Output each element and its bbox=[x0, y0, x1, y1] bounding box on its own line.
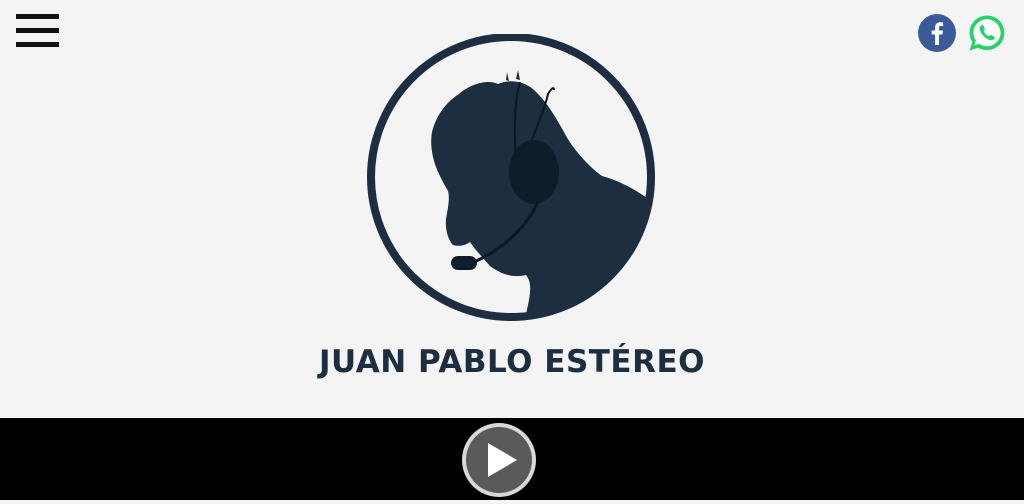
menu-bar bbox=[16, 28, 59, 33]
menu-bar bbox=[16, 42, 59, 47]
facebook-icon bbox=[918, 14, 956, 52]
play-icon bbox=[462, 423, 536, 497]
whatsapp-icon bbox=[969, 15, 1005, 51]
station-name: JUAN PABLO ESTÉREO bbox=[319, 344, 705, 380]
menu-button[interactable] bbox=[16, 14, 60, 48]
facebook-button[interactable] bbox=[918, 14, 956, 52]
station-logo bbox=[366, 33, 656, 324]
play-button[interactable] bbox=[459, 420, 539, 500]
headset-silhouette-logo bbox=[367, 33, 655, 321]
whatsapp-button[interactable] bbox=[968, 14, 1006, 52]
menu-bar bbox=[16, 14, 59, 19]
